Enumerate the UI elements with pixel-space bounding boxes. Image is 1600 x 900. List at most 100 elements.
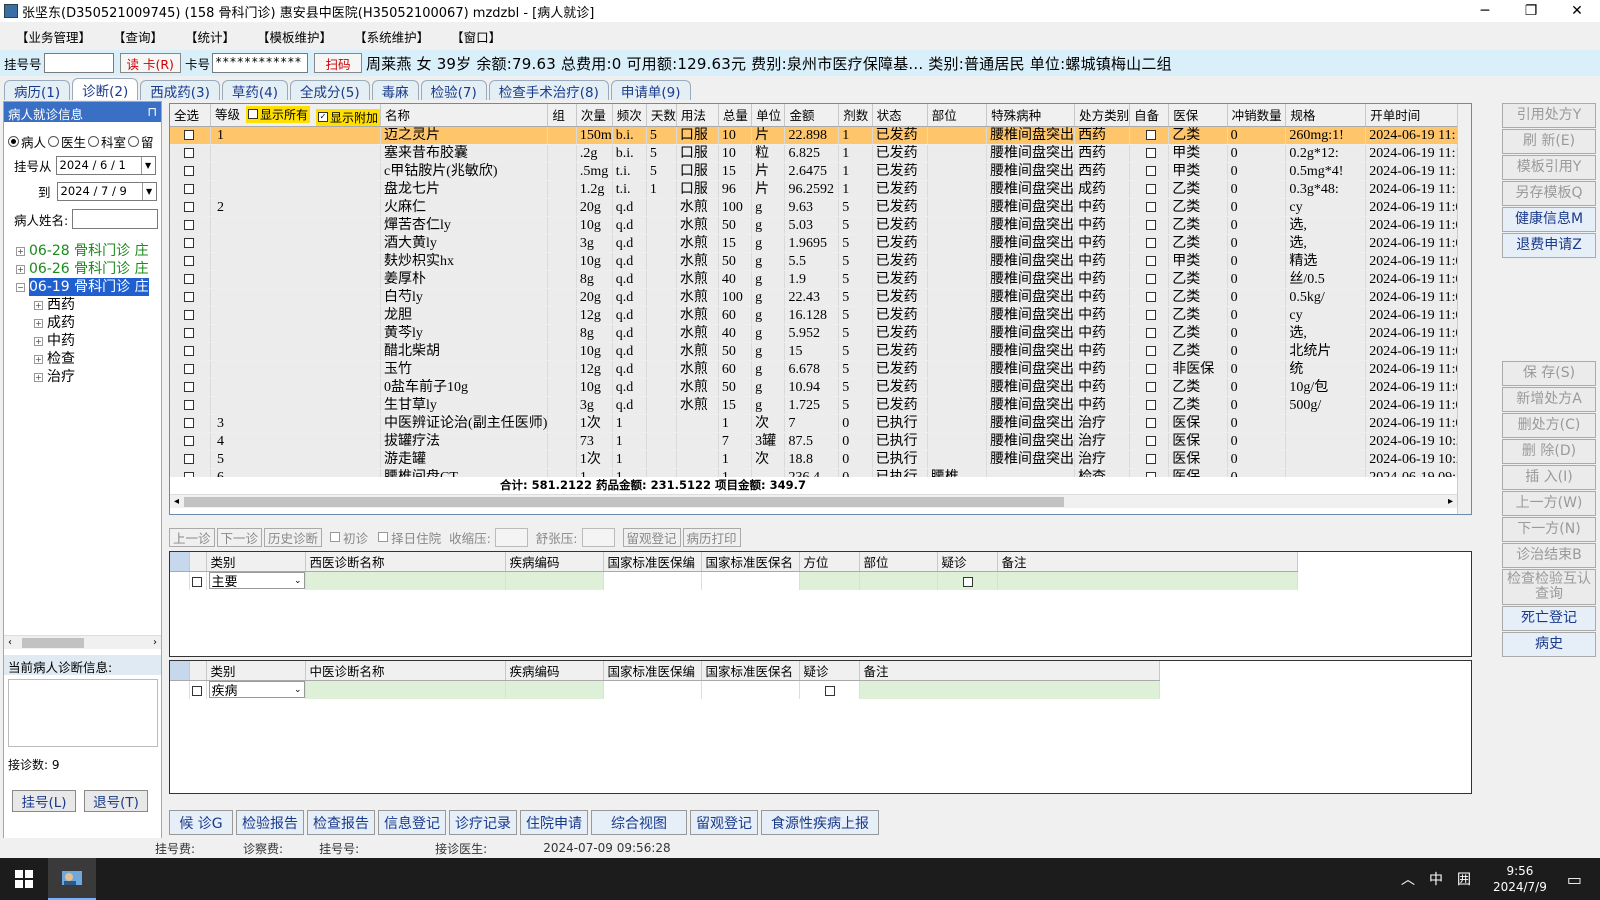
cell-spec[interactable]: 北统片 <box>1285 342 1367 361</box>
cell-usage[interactable]: 水煎 <box>676 378 719 397</box>
td-code-cell[interactable] <box>505 680 604 699</box>
cell-spec[interactable] <box>1285 414 1367 433</box>
rb1-button-4[interactable]: 健康信息M <box>1502 207 1596 232</box>
cell-site[interactable] <box>927 162 988 181</box>
tab-application[interactable]: 申请单(9) <box>610 80 691 101</box>
cell-self[interactable] <box>1129 216 1170 235</box>
cell-time[interactable]: 2024-06-19 11:07 <box>1365 342 1471 361</box>
patient-name-input[interactable] <box>72 209 159 229</box>
cell-usage[interactable]: 水煎 <box>676 288 719 307</box>
wd-note-cell[interactable] <box>997 571 1298 590</box>
cell-total[interactable]: 40 <box>718 270 753 289</box>
cell-dose[interactable]: 1次 <box>576 414 613 433</box>
cell-unit[interactable]: 次 <box>751 414 786 433</box>
pin-icon[interactable]: ⊓ <box>147 104 157 120</box>
cell-grade[interactable] <box>210 270 382 289</box>
cell-name[interactable]: 火麻仁 <box>380 198 549 217</box>
scroll-right-icon[interactable]: ▸ <box>1448 496 1453 507</box>
cell-site[interactable] <box>927 216 988 235</box>
cell-insure[interactable]: 乙类 <box>1168 342 1228 361</box>
wd-ins-code-cell[interactable] <box>603 571 702 590</box>
cell-self[interactable] <box>1129 162 1170 181</box>
cell-ptype[interactable]: 中药 <box>1074 288 1131 307</box>
systolic-input[interactable] <box>494 527 528 547</box>
cell-total[interactable]: 10 <box>718 144 753 163</box>
cell-name[interactable]: 麸炒枳实hx <box>380 252 549 271</box>
observe-register-bottom-button[interactable]: 留观登记 <box>690 810 758 835</box>
cell-g[interactable] <box>547 180 577 199</box>
cell-ptype[interactable]: 中药 <box>1074 360 1131 379</box>
cell-total[interactable]: 15 <box>718 162 753 181</box>
rb2-button-10[interactable]: 病史 <box>1502 632 1596 657</box>
cell-writeoff[interactable]: 0 <box>1227 360 1287 379</box>
cell-dose[interactable]: 8g <box>576 324 613 343</box>
cell-name[interactable]: 盘龙七片 <box>380 180 549 199</box>
cell-self[interactable] <box>1129 288 1170 307</box>
cell-insure[interactable]: 乙类 <box>1168 396 1228 415</box>
expand-icon[interactable]: + <box>34 318 43 328</box>
self-supplied-checkbox[interactable] <box>1145 328 1156 339</box>
show-all-checkbox[interactable] <box>248 109 258 119</box>
cell-g[interactable] <box>547 144 577 163</box>
menu-stats[interactable]: 【统计】 <box>185 27 235 46</box>
cell-days[interactable] <box>646 396 677 415</box>
cell-time[interactable]: 2024-06-19 11:07 <box>1365 234 1471 253</box>
wd-direction-cell[interactable] <box>799 571 860 590</box>
cell-freq[interactable]: t.i. <box>612 162 647 181</box>
td-suspect-checkbox[interactable] <box>825 685 835 696</box>
td-type-select[interactable]: 疾病 ⌄ <box>208 681 305 699</box>
table-row[interactable]: 5 游走罐 1次 1 1 次 18.8 0 已执行 腰椎间盘突出 治疗 医保 0 2024-06-19 1… <box>170 450 1471 469</box>
cell-doses[interactable]: 5 <box>838 252 873 271</box>
row-checkbox[interactable] <box>184 400 194 411</box>
cell-status[interactable]: 已发药 <box>872 324 928 343</box>
cell-freq[interactable]: q.d <box>612 378 647 397</box>
cell-time[interactable]: 2024-06-19 11:10 <box>1365 180 1471 199</box>
cell-unit[interactable]: g <box>751 306 786 325</box>
chevron-down-icon[interactable]: ⌄ <box>294 576 304 586</box>
cell-spec[interactable]: 500g/ <box>1285 396 1367 415</box>
cell-spec[interactable]: 选, <box>1285 216 1367 235</box>
row-select-cell[interactable] <box>170 234 211 253</box>
cell-insure[interactable]: 甲类 <box>1168 162 1228 181</box>
row-select-cell[interactable] <box>170 216 211 235</box>
row-checkbox[interactable] <box>184 166 194 177</box>
wd-row-checkbox-cell[interactable] <box>189 571 207 590</box>
cell-amount[interactable]: 87.5 <box>784 432 840 451</box>
cell-grade[interactable] <box>210 288 382 307</box>
cell-grade[interactable] <box>210 144 382 163</box>
close-icon[interactable]: ✕ <box>1554 0 1600 22</box>
cell-usage[interactable]: 水煎 <box>676 306 719 325</box>
cell-spec[interactable]: cy <box>1285 198 1367 217</box>
cell-time[interactable]: 2024-06-19 11:07 <box>1365 252 1471 271</box>
read-card-button[interactable]: 读 卡(R) <box>119 53 181 73</box>
cell-writeoff[interactable]: 0 <box>1227 162 1287 181</box>
cell-self[interactable] <box>1129 324 1170 343</box>
cell-usage[interactable]: 水煎 <box>676 198 719 217</box>
cell-usage[interactable]: 口服 <box>676 180 719 199</box>
cell-writeoff[interactable]: 0 <box>1227 324 1287 343</box>
tree-visit-0628[interactable]: +06-28 骨科门诊 庄 <box>4 242 161 260</box>
table-row[interactable]: 3 中医辨证论治(副主任医师) 1次 1 1 次 7 0 已执行 腰椎间盘突出 治疗 医保 0 2024-… <box>170 414 1471 433</box>
table-row[interactable]: 1 迈之灵片 150m b.i. 5 口服 10 片 22.898 1 已发药 腰椎间盘突出 西药 乙类 0… <box>170 126 1471 145</box>
row-select-cell[interactable] <box>170 162 211 181</box>
cell-time[interactable]: 2024-06-19 11:07 <box>1365 270 1471 289</box>
foodborne-report-button[interactable]: 食源性疾病上报 <box>761 810 879 835</box>
cell-usage[interactable]: 口服 <box>676 126 719 145</box>
cell-self[interactable] <box>1129 396 1170 415</box>
cell-disease[interactable]: 腰椎间盘突出 <box>986 360 1076 379</box>
row-select-cell[interactable] <box>170 306 211 325</box>
cell-dose[interactable]: 73 <box>576 432 613 451</box>
row-checkbox[interactable] <box>184 274 194 285</box>
tab-diagnosis[interactable]: 诊断(2) <box>72 78 139 100</box>
waiting-button[interactable]: 候 诊G <box>169 810 233 835</box>
col-select-all[interactable]: 全选 <box>170 104 211 127</box>
cell-name[interactable]: 龙胆 <box>380 306 549 325</box>
cell-total[interactable]: 10 <box>718 126 753 145</box>
cell-grade[interactable] <box>210 216 382 235</box>
cell-freq[interactable]: q.d <box>612 306 647 325</box>
cell-insure[interactable]: 甲类 <box>1168 252 1228 271</box>
show-all-toggle[interactable]: 显示所有 <box>246 105 311 123</box>
tray-chevron-up-icon[interactable]: ︿ <box>1401 869 1415 889</box>
expand-icon[interactable]: + <box>34 372 43 382</box>
cell-g[interactable] <box>547 270 577 289</box>
